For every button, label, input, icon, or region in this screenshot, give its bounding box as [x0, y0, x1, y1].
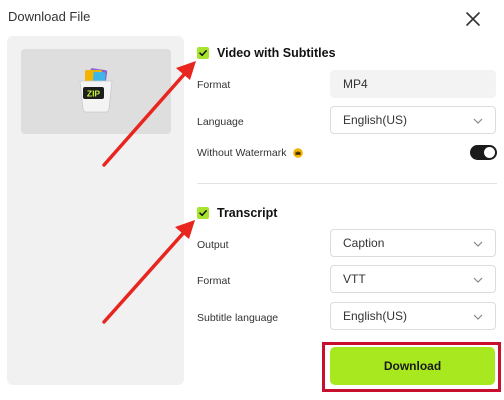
- video-subtitles-checkbox[interactable]: [197, 47, 209, 59]
- video-section-header: Video with Subtitles: [197, 46, 336, 60]
- checkmark-icon: [199, 50, 207, 57]
- chevron-down-icon: [473, 314, 483, 320]
- preview-panel: ZIP: [7, 36, 184, 385]
- video-format-value: MP4: [343, 77, 368, 91]
- checkmark-icon: [199, 210, 207, 217]
- subtitle-language-value: English(US): [343, 309, 408, 323]
- section-divider: [197, 183, 497, 184]
- download-file-dialog: Download File ZIP Video with Subtitles F…: [0, 0, 504, 400]
- subtitle-language-select[interactable]: English(US): [330, 302, 496, 330]
- file-thumbnail: ZIP: [21, 49, 171, 134]
- zip-icon-label: ZIP: [87, 89, 101, 99]
- toggle-knob: [484, 147, 495, 158]
- language-value: English(US): [343, 113, 408, 127]
- close-icon[interactable]: [462, 8, 484, 30]
- transcript-format-label: Format: [197, 275, 231, 287]
- video-format-field: MP4: [330, 70, 496, 98]
- premium-crown-icon: [293, 148, 304, 158]
- language-label: Language: [197, 116, 244, 128]
- transcript-format-select[interactable]: VTT: [330, 265, 496, 293]
- dialog-title: Download File: [8, 9, 91, 24]
- video-format-label: Format: [197, 79, 231, 91]
- chevron-down-icon: [473, 277, 483, 283]
- output-value: Caption: [343, 236, 385, 250]
- video-subtitles-label: Video with Subtitles: [217, 46, 336, 60]
- transcript-format-value: VTT: [343, 272, 366, 286]
- without-watermark-toggle[interactable]: [470, 145, 497, 160]
- watermark-label: Without Watermark: [197, 147, 287, 159]
- transcript-label: Transcript: [217, 206, 278, 220]
- zip-archive-icon: ZIP: [79, 68, 113, 113]
- transcript-section-header: Transcript: [197, 206, 277, 220]
- chevron-down-icon: [473, 118, 483, 124]
- chevron-down-icon: [473, 241, 483, 247]
- watermark-label-row: Without Watermark: [197, 147, 304, 159]
- transcript-checkbox[interactable]: [197, 207, 209, 219]
- subtitle-language-label: Subtitle language: [197, 312, 279, 324]
- download-button[interactable]: Download: [330, 347, 495, 385]
- output-select[interactable]: Caption: [330, 229, 496, 257]
- language-select[interactable]: English(US): [330, 106, 496, 134]
- output-label: Output: [197, 239, 229, 251]
